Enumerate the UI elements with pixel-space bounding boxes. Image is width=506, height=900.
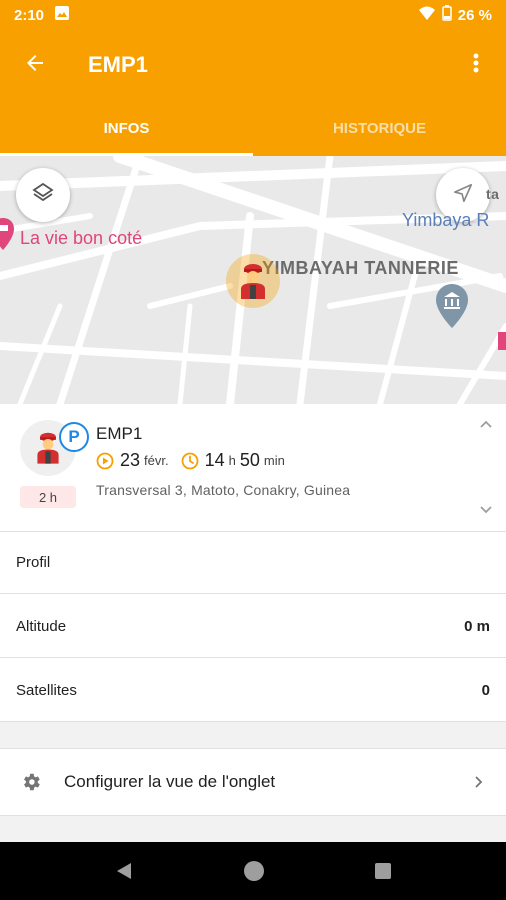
expand-button[interactable] [478,502,494,523]
poi-partial-label: Yimbaya R [402,210,490,230]
overflow-menu-button[interactable] [446,30,506,100]
chevron-up-icon [478,419,494,436]
gear-icon [20,771,42,793]
page-title: EMP1 [88,52,148,77]
device-status-line: 23 févr. 14 h 50 min [96,450,289,471]
battery-percent: 26 % [457,6,492,24]
altitude-value: 0 m [464,618,490,635]
chevron-right-icon [470,774,486,790]
device-info-card: P 2 h EMP1 23 févr. 14 h 50 min Transver… [0,404,506,532]
tab-infos[interactable]: INFOS [0,100,253,156]
parking-badge: P [59,422,89,452]
map-pin-icon [0,216,14,265]
back-button[interactable] [0,30,70,100]
map-view[interactable]: La vie bon coté YIMBAYAH TANNERIE Yimbay… [0,156,506,404]
section-divider [0,722,506,748]
arrow-back-icon [23,51,47,80]
chevron-down-icon [478,505,494,522]
altitude-row: Altitude 0 m [0,596,506,658]
status-bar: 2:10 26 % [0,0,506,30]
nav-back-button[interactable] [113,860,135,882]
square-recents-icon [374,863,391,879]
satellites-value: 0 [481,682,490,699]
system-nav-bar [0,842,506,900]
time-minutes: 50 [239,450,260,470]
time-hours-unit: h [228,453,236,468]
nav-home-button[interactable] [242,859,266,883]
time-hours: 14 [204,450,225,470]
map-layers-button[interactable] [16,168,70,222]
tab-historique[interactable]: HISTORIQUE [253,100,506,156]
poi-tannery-label: YIMBAYAH TANNERIE [262,258,459,278]
satellites-label: Satellites [16,682,77,699]
duration-badge: 2 h [20,486,76,508]
altitude-label: Altitude [16,618,67,635]
battery-icon [442,5,452,25]
more-vert-icon [473,51,479,80]
poi-partial-top-label: ta [486,186,500,202]
image-notification-icon [54,5,70,25]
date-month: févr. [144,453,169,468]
play-circle-icon [96,452,114,470]
device-marker[interactable] [226,254,280,308]
configure-tab-view-label: Configurer la vue de l'onglet [64,772,276,791]
status-time: 2:10 [14,6,45,24]
bottom-spacer [0,816,506,842]
date-day: 23 [120,450,141,470]
layers-icon [31,181,55,210]
poi-restaurant-label: La vie bon coté [20,228,143,248]
landmark-icon [436,284,468,333]
clock-icon [181,452,199,470]
wifi-icon [418,5,436,25]
worker-icon [236,259,270,304]
time-minutes-unit: min [263,453,285,468]
satellites-row: Satellites 0 [0,660,506,722]
configure-tab-view-button[interactable]: Configurer la vue de l'onglet [0,748,506,816]
nav-recents-button[interactable] [373,861,393,881]
circle-home-icon [243,861,264,881]
device-address: Transversal 3, Matoto, Conakry, Guinea [96,482,351,498]
app-bar: EMP1 [0,30,506,100]
profil-label: Profil [16,554,51,571]
triangle-back-icon [117,863,132,879]
navigation-arrow-icon [452,182,474,209]
tab-bar: INFOS HISTORIQUE [0,100,506,156]
profil-row[interactable]: Profil [0,532,506,594]
collapse-button[interactable] [478,416,494,437]
device-name: EMP1 [96,424,143,443]
